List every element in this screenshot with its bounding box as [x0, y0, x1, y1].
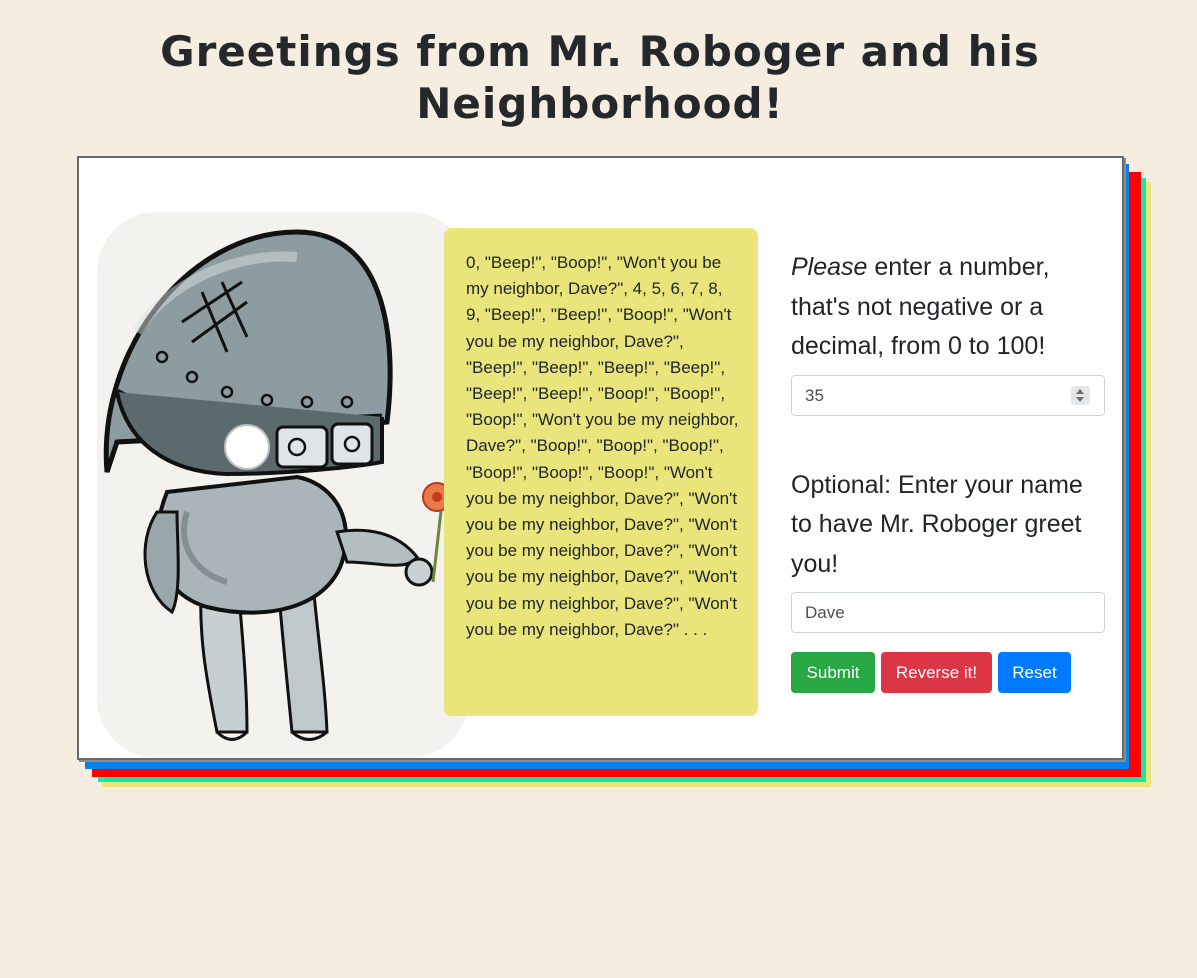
number-prompt: Please enter a number, that's not negati… [791, 248, 1105, 367]
reset-button[interactable]: Reset [998, 652, 1071, 693]
name-prompt: Optional: Enter your name to have Mr. Ro… [791, 470, 1083, 578]
button-row: Submit Reverse it! Reset [791, 652, 1105, 693]
number-input[interactable]: 35 [791, 374, 1105, 416]
chevron-up-icon[interactable] [1076, 388, 1084, 394]
page-title: Greetings from Mr. Roboger and his Neigh… [160, 27, 1040, 128]
robot-illustration [97, 212, 469, 758]
number-spinner-icon[interactable] [1071, 385, 1090, 405]
number-input-value: 35 [805, 385, 824, 405]
submit-button[interactable]: Submit [791, 652, 875, 693]
name-input[interactable]: Dave [791, 592, 1105, 633]
chevron-down-icon[interactable] [1076, 396, 1084, 402]
reverse-button[interactable]: Reverse it! [881, 652, 992, 693]
name-input-value: Dave [805, 603, 845, 622]
number-form: Please enter a number, that's not negati… [791, 248, 1105, 693]
page: Greetings from Mr. Roboger and his Neigh… [0, 0, 1197, 978]
number-prompt-emphasis: Please [791, 253, 868, 281]
main-card: 0, "Beep!", "Boop!", "Won't you be my ne… [77, 156, 1124, 760]
output-bubble: 0, "Beep!", "Boop!", "Won't you be my ne… [444, 228, 758, 716]
robot-icon [97, 212, 469, 758]
